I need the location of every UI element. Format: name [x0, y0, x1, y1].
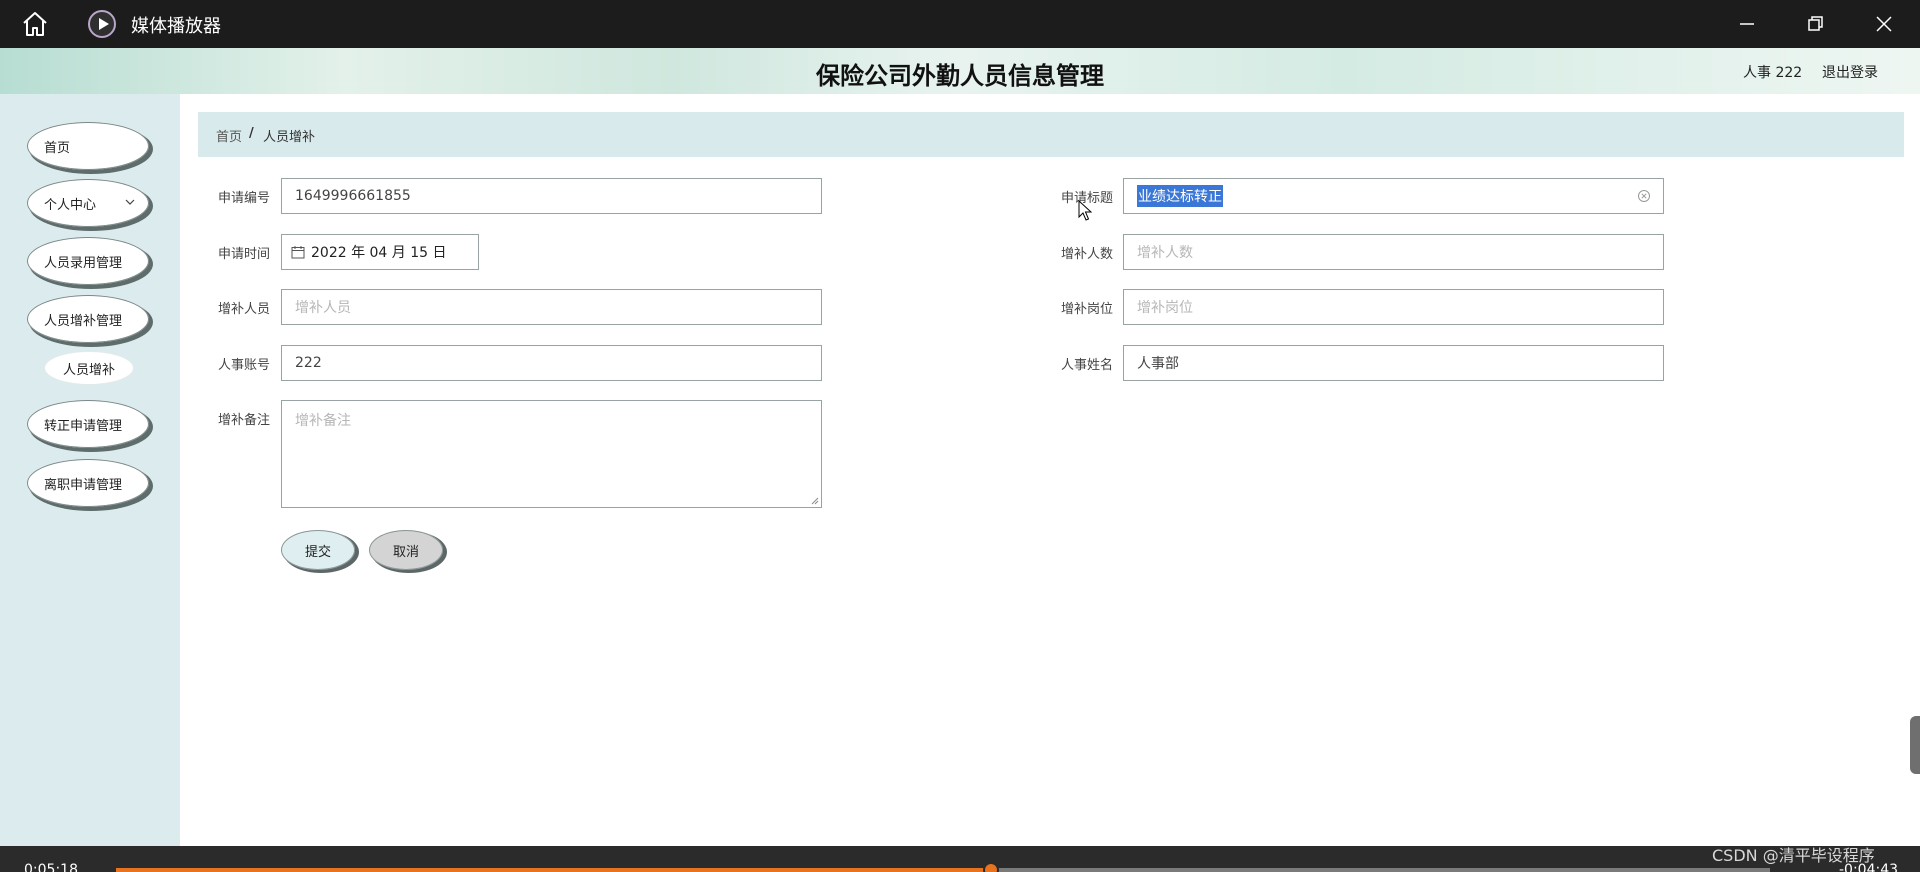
close-icon[interactable] — [1870, 10, 1898, 38]
resize-grip-icon[interactable] — [811, 497, 819, 505]
staff-input[interactable]: 增补人员 — [281, 289, 822, 325]
application-time-label: 申请时间 — [217, 247, 270, 262]
hr-name-input[interactable]: 人事部 — [1123, 345, 1664, 381]
sidebar-item-label: 人员录用管理 — [44, 255, 123, 271]
sidebar-item-label: 转正申请管理 — [44, 418, 123, 434]
headcount-label: 增补人数 — [1060, 247, 1113, 262]
breadcrumb-separator: / — [249, 126, 254, 141]
position-input[interactable]: 增补岗位 — [1123, 289, 1664, 325]
breadcrumb: 首页 / 人员增补 — [198, 112, 1904, 157]
seek-thumb[interactable] — [982, 862, 999, 872]
staff-label: 增补人员 — [217, 302, 270, 317]
position-placeholder: 增补岗位 — [1137, 300, 1193, 316]
position-label: 增补岗位 — [1060, 302, 1113, 317]
sidebar-item-home[interactable]: 首页 — [27, 122, 149, 170]
restore-window-icon[interactable] — [1801, 10, 1829, 38]
remarks-textarea[interactable]: 增补备注 — [281, 400, 822, 508]
hr-name-label: 人事姓名 — [1060, 358, 1113, 373]
calendar-icon — [291, 246, 305, 259]
chevron-down-icon — [125, 199, 135, 205]
seek-bar[interactable] — [116, 862, 1770, 872]
sidebar-item-regularization[interactable]: 转正申请管理 — [27, 400, 149, 448]
elapsed-time: 0:05:18 — [24, 862, 78, 872]
mouse-cursor-icon — [1078, 200, 1092, 221]
player-title-bar: 媒体播放器 — [0, 0, 1920, 48]
media-player-logo-icon — [88, 10, 116, 38]
app-header: 保险公司外勤人员信息管理 人事 222 退出登录 — [0, 48, 1920, 94]
application-no-label: 申请编号 — [217, 191, 270, 206]
seek-bar-fill — [116, 868, 991, 872]
app-title: 保险公司外勤人员信息管理 — [816, 62, 1104, 90]
current-user: 人事 222 — [1743, 65, 1803, 81]
sidebar-item-recruitment[interactable]: 人员录用管理 — [27, 237, 149, 285]
breadcrumb-home[interactable]: 首页 — [216, 126, 242, 145]
minimize-icon[interactable] — [1733, 10, 1761, 38]
sidebar-item-label: 离职申请管理 — [44, 477, 123, 493]
application-no-value: 1649996661855 — [295, 188, 411, 204]
sidebar-item-resignation[interactable]: 离职申请管理 — [27, 459, 149, 507]
edge-handle[interactable] — [1910, 716, 1920, 774]
player-app-title: 媒体播放器 — [131, 16, 221, 37]
cancel-button[interactable]: 取消 — [369, 530, 443, 570]
headcount-input[interactable]: 增补人数 — [1123, 234, 1664, 270]
remarks-placeholder: 增补备注 — [295, 413, 351, 429]
headcount-placeholder: 增补人数 — [1137, 245, 1193, 261]
remarks-label: 增补备注 — [217, 413, 270, 428]
hr-account-input[interactable]: 222 — [281, 345, 822, 381]
staff-placeholder: 增补人员 — [295, 300, 351, 316]
hr-account-label: 人事账号 — [217, 358, 270, 373]
sidebar-item-label: 个人中心 — [44, 197, 97, 213]
logout-link[interactable]: 退出登录 — [1822, 62, 1878, 82]
sidebar-subitem-staff-supplement[interactable]: 人员增补 — [45, 352, 133, 384]
application-title-value: 业绩达标转正 — [1137, 185, 1223, 207]
application-no-input[interactable]: 1649996661855 — [281, 178, 822, 214]
breadcrumb-current: 人员增补 — [263, 130, 316, 145]
application-title-input[interactable]: 业绩达标转正 — [1123, 178, 1664, 214]
sidebar-item-label: 人员增补 — [62, 362, 115, 378]
sidebar-item-label: 首页 — [44, 140, 71, 156]
sidebar-item-staff-supplement-mgmt[interactable]: 人员增补管理 — [27, 295, 149, 343]
submit-button[interactable]: 提交 — [281, 530, 355, 570]
application-time-value: 2022 年 04 月 15 日 — [311, 245, 447, 261]
watermark: CSDN @清平毕设程序 — [1712, 846, 1875, 865]
clear-input-icon[interactable] — [1637, 189, 1651, 203]
sidebar-item-personal-center[interactable]: 个人中心 — [27, 179, 149, 227]
sidebar: 首页 个人中心 人员录用管理 人员增补管理 人员增补 转正申请管理 离职申请管理 — [0, 94, 180, 846]
sidebar-item-label: 人员增补管理 — [44, 313, 123, 329]
home-icon[interactable] — [20, 10, 50, 38]
application-time-datepicker[interactable]: 2022 年 04 月 15 日 — [281, 234, 479, 270]
hr-name-value: 人事部 — [1137, 356, 1179, 372]
player-control-bar: 0:05:18 -0:04:43 — [0, 846, 1920, 872]
hr-account-value: 222 — [295, 355, 322, 371]
